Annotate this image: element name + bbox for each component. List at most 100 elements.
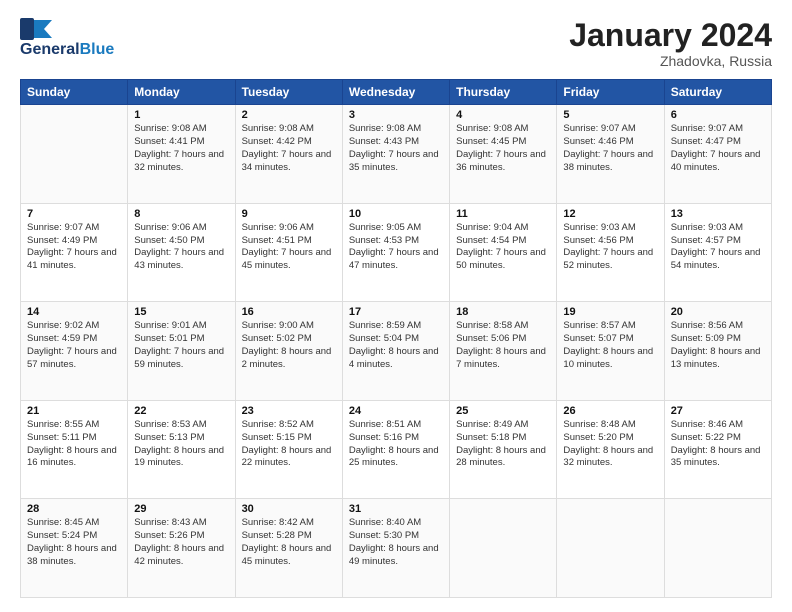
cell-details: Sunrise: 8:56 AMSunset: 5:09 PMDaylight:… bbox=[671, 320, 765, 371]
cell-details: Sunrise: 8:59 AMSunset: 5:04 PMDaylight:… bbox=[349, 320, 443, 371]
day-number: 4 bbox=[456, 109, 550, 121]
calendar-cell: 27Sunrise: 8:46 AMSunset: 5:22 PMDayligh… bbox=[664, 400, 771, 499]
day-number: 15 bbox=[134, 306, 228, 318]
calendar-cell: 9 Sunrise: 9:06 AMSunset: 4:51 PMDaylight… bbox=[235, 203, 342, 302]
header: General Blue January 2024 Zhadovka, Russ… bbox=[20, 18, 772, 69]
day-number: 11 bbox=[456, 208, 550, 220]
day-number: 24 bbox=[349, 405, 443, 417]
day-number: 7 bbox=[27, 208, 121, 220]
calendar-cell: 20 Sunrise: 8:56 AMSunset: 5:09 PMDayligh… bbox=[664, 302, 771, 401]
day-number: 6 bbox=[671, 109, 765, 121]
calendar-cell: 25 Sunrise: 8:49 AMSunset: 5:18 PMDayligh… bbox=[450, 400, 557, 499]
logo-general: General bbox=[20, 41, 80, 59]
cell-details: Sunrise: 9:08 AMSunset: 4:42 PMDaylight:… bbox=[242, 123, 336, 174]
weekday-header-saturday: Saturday bbox=[664, 80, 771, 105]
weekday-header-tuesday: Tuesday bbox=[235, 80, 342, 105]
day-number: 22 bbox=[134, 405, 228, 417]
calendar-cell: 30 Sunrise: 8:42 AMSunset: 5:28 PMDayligh… bbox=[235, 499, 342, 598]
day-number: 20 bbox=[671, 306, 765, 318]
weekday-header-row: SundayMondayTuesdayWednesdayThursdayFrid… bbox=[21, 80, 772, 105]
day-number: 29 bbox=[134, 503, 228, 515]
calendar-table: SundayMondayTuesdayWednesdayThursdayFrid… bbox=[20, 79, 772, 598]
week-row-4: 21Sunrise: 8:55 AMSunset: 5:11 PMDayligh… bbox=[21, 400, 772, 499]
calendar-cell: 11 Sunrise: 9:04 AMSunset: 4:54 PMDayligh… bbox=[450, 203, 557, 302]
day-number: 19 bbox=[563, 306, 657, 318]
day-number: 9 bbox=[242, 208, 336, 220]
day-number: 16 bbox=[242, 306, 336, 318]
calendar-cell: 22 Sunrise: 8:53 AMSunset: 5:13 PMDayligh… bbox=[128, 400, 235, 499]
day-number: 27 bbox=[671, 405, 765, 417]
week-row-1: 1Sunrise: 9:08 AMSunset: 4:41 PMDaylight… bbox=[21, 105, 772, 204]
cell-details: Sunrise: 8:48 AMSunset: 5:20 PMDaylight:… bbox=[563, 419, 657, 470]
page-subtitle: Zhadovka, Russia bbox=[569, 53, 772, 69]
calendar-cell: 18Sunrise: 8:58 AMSunset: 5:06 PMDayligh… bbox=[450, 302, 557, 401]
calendar-cell: 14 Sunrise: 9:02 AMSunset: 4:59 PMDayligh… bbox=[21, 302, 128, 401]
calendar-cell: 26 Sunrise: 8:48 AMSunset: 5:20 PMDayligh… bbox=[557, 400, 664, 499]
day-number: 13 bbox=[671, 208, 765, 220]
day-number: 14 bbox=[27, 306, 121, 318]
calendar-cell bbox=[21, 105, 128, 204]
cell-details: Sunrise: 8:58 AMSunset: 5:06 PMDaylight:… bbox=[456, 320, 550, 371]
calendar-cell: 17Sunrise: 8:59 AMSunset: 5:04 PMDayligh… bbox=[342, 302, 449, 401]
day-number: 5 bbox=[563, 109, 657, 121]
cell-details: Sunrise: 9:02 AMSunset: 4:59 PMDaylight:… bbox=[27, 320, 121, 371]
calendar-cell: 23Sunrise: 8:52 AMSunset: 5:15 PMDayligh… bbox=[235, 400, 342, 499]
page-title: January 2024 bbox=[569, 18, 772, 53]
calendar-cell: 24 Sunrise: 8:51 AMSunset: 5:16 PMDayligh… bbox=[342, 400, 449, 499]
cell-details: Sunrise: 9:08 AMSunset: 4:45 PMDaylight:… bbox=[456, 123, 550, 174]
day-number: 31 bbox=[349, 503, 443, 515]
calendar-cell: 1Sunrise: 9:08 AMSunset: 4:41 PMDaylight… bbox=[128, 105, 235, 204]
day-number: 26 bbox=[563, 405, 657, 417]
calendar-cell: 29 Sunrise: 8:43 AMSunset: 5:26 PMDayligh… bbox=[128, 499, 235, 598]
cell-details: Sunrise: 9:05 AMSunset: 4:53 PMDaylight:… bbox=[349, 222, 443, 273]
cell-details: Sunrise: 8:53 AMSunset: 5:13 PMDaylight:… bbox=[134, 419, 228, 470]
cell-details: Sunrise: 8:42 AMSunset: 5:28 PMDaylight:… bbox=[242, 517, 336, 568]
cell-details: Sunrise: 9:06 AMSunset: 4:50 PMDaylight:… bbox=[134, 222, 228, 273]
cell-details: Sunrise: 9:01 AMSunset: 5:01 PMDaylight:… bbox=[134, 320, 228, 371]
calendar-cell: 16Sunrise: 9:00 AMSunset: 5:02 PMDayligh… bbox=[235, 302, 342, 401]
calendar-cell: 31 Sunrise: 8:40 AMSunset: 5:30 PMDayligh… bbox=[342, 499, 449, 598]
weekday-header-thursday: Thursday bbox=[450, 80, 557, 105]
cell-details: Sunrise: 8:52 AMSunset: 5:15 PMDaylight:… bbox=[242, 419, 336, 470]
calendar-cell bbox=[664, 499, 771, 598]
cell-details: Sunrise: 9:03 AMSunset: 4:57 PMDaylight:… bbox=[671, 222, 765, 273]
cell-details: Sunrise: 8:49 AMSunset: 5:18 PMDaylight:… bbox=[456, 419, 550, 470]
calendar-cell: 4 Sunrise: 9:08 AMSunset: 4:45 PMDaylight… bbox=[450, 105, 557, 204]
calendar-cell: 13 Sunrise: 9:03 AMSunset: 4:57 PMDayligh… bbox=[664, 203, 771, 302]
calendar-cell: 2 Sunrise: 9:08 AMSunset: 4:42 PMDaylight… bbox=[235, 105, 342, 204]
week-row-2: 7 Sunrise: 9:07 AMSunset: 4:49 PMDaylight… bbox=[21, 203, 772, 302]
calendar-cell: 3Sunrise: 9:08 AMSunset: 4:43 PMDaylight… bbox=[342, 105, 449, 204]
cell-details: Sunrise: 8:43 AMSunset: 5:26 PMDaylight:… bbox=[134, 517, 228, 568]
title-area: January 2024 Zhadovka, Russia bbox=[569, 18, 772, 69]
cell-details: Sunrise: 8:55 AMSunset: 5:11 PMDaylight:… bbox=[27, 419, 121, 470]
logo: General Blue bbox=[20, 18, 114, 59]
calendar-cell: 6Sunrise: 9:07 AMSunset: 4:47 PMDaylight… bbox=[664, 105, 771, 204]
calendar-cell: 12 Sunrise: 9:03 AMSunset: 4:56 PMDayligh… bbox=[557, 203, 664, 302]
cell-details: Sunrise: 9:03 AMSunset: 4:56 PMDaylight:… bbox=[563, 222, 657, 273]
cell-details: Sunrise: 9:08 AMSunset: 4:43 PMDaylight:… bbox=[349, 123, 443, 174]
day-number: 10 bbox=[349, 208, 443, 220]
logo-icon bbox=[20, 18, 52, 40]
day-number: 30 bbox=[242, 503, 336, 515]
cell-details: Sunrise: 9:06 AMSunset: 4:51 PMDaylight:… bbox=[242, 222, 336, 273]
logo-blue-text: Blue bbox=[80, 41, 115, 59]
cell-details: Sunrise: 9:04 AMSunset: 4:54 PMDaylight:… bbox=[456, 222, 550, 273]
week-row-5: 28 Sunrise: 8:45 AMSunset: 5:24 PMDayligh… bbox=[21, 499, 772, 598]
day-number: 2 bbox=[242, 109, 336, 121]
calendar-cell: 19Sunrise: 8:57 AMSunset: 5:07 PMDayligh… bbox=[557, 302, 664, 401]
cell-details: Sunrise: 9:07 AMSunset: 4:49 PMDaylight:… bbox=[27, 222, 121, 273]
day-number: 28 bbox=[27, 503, 121, 515]
calendar-cell: 15 Sunrise: 9:01 AMSunset: 5:01 PMDayligh… bbox=[128, 302, 235, 401]
cell-details: Sunrise: 8:45 AMSunset: 5:24 PMDaylight:… bbox=[27, 517, 121, 568]
day-number: 12 bbox=[563, 208, 657, 220]
calendar-cell: 8 Sunrise: 9:06 AMSunset: 4:50 PMDaylight… bbox=[128, 203, 235, 302]
calendar-cell: 10 Sunrise: 9:05 AMSunset: 4:53 PMDayligh… bbox=[342, 203, 449, 302]
day-number: 25 bbox=[456, 405, 550, 417]
weekday-header-wednesday: Wednesday bbox=[342, 80, 449, 105]
calendar-cell bbox=[557, 499, 664, 598]
calendar-cell: 28 Sunrise: 8:45 AMSunset: 5:24 PMDayligh… bbox=[21, 499, 128, 598]
day-number: 8 bbox=[134, 208, 228, 220]
cell-details: Sunrise: 8:51 AMSunset: 5:16 PMDaylight:… bbox=[349, 419, 443, 470]
page: General Blue January 2024 Zhadovka, Russ… bbox=[0, 0, 792, 612]
cell-details: Sunrise: 8:40 AMSunset: 5:30 PMDaylight:… bbox=[349, 517, 443, 568]
